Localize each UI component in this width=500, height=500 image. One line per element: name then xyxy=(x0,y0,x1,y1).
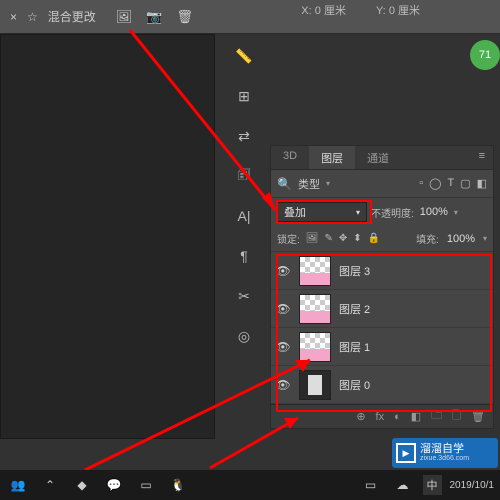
lock-position-icon[interactable]: ✥ xyxy=(339,233,347,244)
layer-thumbnail[interactable] xyxy=(299,370,331,400)
new-layer-icon[interactable]: 🗋 xyxy=(452,407,461,426)
opacity-label: 不透明度: xyxy=(371,205,414,220)
fill-value[interactable]: 100% xyxy=(447,233,475,245)
people-icon[interactable]: 👥 xyxy=(6,473,30,497)
tray-battery-icon[interactable]: ▭ xyxy=(134,473,158,497)
lock-artboard-icon[interactable]: ⬍ xyxy=(353,233,361,244)
taskbar: 👥 ⌃ ◆ 💬 ▭ 🐧 ▭ ☁ 中 2019/10/1 xyxy=(0,470,500,500)
visibility-icon[interactable]: 👁 xyxy=(275,378,291,392)
lock-paint-icon[interactable]: ✎ xyxy=(324,233,332,244)
layer-thumbnail[interactable] xyxy=(299,332,331,362)
layer-name[interactable]: 图层 3 xyxy=(339,263,370,279)
search-icon[interactable]: 🔍 xyxy=(277,177,292,191)
delete-layer-icon[interactable]: 🗑 xyxy=(471,410,485,423)
filter-text-icon[interactable]: T xyxy=(447,177,454,190)
group-icon[interactable]: 🗀 xyxy=(431,407,442,426)
filter-adjust-icon[interactable]: ◯ xyxy=(429,177,441,190)
blend-mode-select[interactable]: 叠加▾ xyxy=(277,202,367,222)
notification-badge[interactable]: 71 xyxy=(470,40,500,70)
chevron-down-icon[interactable]: ▾ xyxy=(454,208,458,217)
favorite-icon[interactable]: ☆ xyxy=(27,10,38,24)
filter-smart-icon[interactable]: ◧ xyxy=(477,177,487,190)
layer-name[interactable]: 图层 2 xyxy=(339,301,370,317)
tray-chevron-icon[interactable]: ⌃ xyxy=(38,473,62,497)
tray-app-icon[interactable]: ◆ xyxy=(70,473,94,497)
link-layers-icon[interactable]: ⊕ xyxy=(356,410,365,423)
tray-icon[interactable]: ▭ xyxy=(359,473,383,497)
filter-type-label[interactable]: 类型 xyxy=(298,176,320,192)
trash-icon[interactable]: 🗑 xyxy=(177,9,194,25)
opacity-value[interactable]: 100% xyxy=(420,206,448,218)
layer-row[interactable]: 👁 图层 2 xyxy=(271,290,493,328)
layer-row[interactable]: 👁 图层 1 xyxy=(271,328,493,366)
camera-icon[interactable]: 📷 xyxy=(146,9,162,25)
tray-chat-icon[interactable]: 💬 xyxy=(102,473,126,497)
taskbar-date[interactable]: 2019/10/1 xyxy=(450,480,495,491)
grid-icon[interactable]: ⊞ xyxy=(230,84,258,108)
tray-cloud-icon[interactable]: ☁ xyxy=(391,473,415,497)
play-icon: ▶ xyxy=(396,443,416,463)
visibility-icon[interactable]: 👁 xyxy=(275,264,291,278)
fx-icon[interactable]: fx xyxy=(376,411,385,423)
cc-icon[interactable]: ◎ xyxy=(230,324,258,348)
text-tool-icon[interactable]: A| xyxy=(230,204,258,228)
chevron-down-icon[interactable]: ▾ xyxy=(326,179,330,188)
layers-list: 👁 图层 3 👁 图层 2 👁 图层 1 👁 图层 0 xyxy=(271,252,493,404)
layer-thumbnail[interactable] xyxy=(299,256,331,286)
paragraph-icon[interactable]: ¶ xyxy=(230,244,258,268)
ruler-icon[interactable]: 📏 xyxy=(230,44,258,68)
watermark: ▶ 溜溜自学 zixue.3d66.com xyxy=(392,438,498,468)
scissors-icon[interactable]: ✂ xyxy=(230,284,258,308)
layer-name[interactable]: 图层 0 xyxy=(339,377,370,393)
swap-icon[interactable]: ⇄ xyxy=(230,124,258,148)
mask-icon[interactable]: ◐ xyxy=(394,411,401,423)
adjustment-icon[interactable]: ◧ xyxy=(411,410,421,423)
close-icon[interactable]: × xyxy=(10,10,17,24)
layers-panel: 3D 图层 通道 ≡ 🔍 类型 ▾ ▫ ◯ T ▢ ◧ 叠加▾ 不透明度: 10… xyxy=(270,145,494,429)
fill-label: 填充: xyxy=(416,231,439,246)
visibility-icon[interactable]: 👁 xyxy=(275,340,291,354)
tab-channels[interactable]: 通道 xyxy=(355,146,401,169)
lock-all-icon[interactable]: 🔒 xyxy=(368,233,380,244)
doc-title: 混合更改 xyxy=(48,8,96,25)
visibility-icon[interactable]: 👁 xyxy=(275,302,291,316)
filter-shape-icon[interactable]: ▢ xyxy=(460,177,470,190)
layer-name[interactable]: 图层 1 xyxy=(339,339,370,355)
filter-pixel-icon[interactable]: ▫ xyxy=(419,177,423,190)
panel-menu-icon[interactable]: ≡ xyxy=(471,146,493,169)
canvas[interactable] xyxy=(0,34,215,439)
tab-3d[interactable]: 3D xyxy=(271,146,309,169)
layer-thumbnail[interactable] xyxy=(299,294,331,324)
vertical-toolbar: 📏 ⊞ ⇄ 🗊 A| ¶ ✂ ◎ xyxy=(228,34,260,348)
layer-row[interactable]: 👁 图层 3 xyxy=(271,252,493,290)
lock-pixels-icon[interactable]: 🖼 xyxy=(306,233,319,244)
tray-qq-icon[interactable]: 🐧 xyxy=(166,473,190,497)
stamp-icon[interactable]: 🗊 xyxy=(230,164,258,188)
ime-indicator[interactable]: 中 xyxy=(423,475,442,495)
image-icon[interactable]: 🖼 xyxy=(116,9,133,25)
layer-row[interactable]: 👁 图层 0 xyxy=(271,366,493,404)
lock-label: 锁定: xyxy=(277,231,300,246)
coordinates-display: X: 0 厘米 Y: 0 厘米 xyxy=(301,2,420,18)
chevron-down-icon[interactable]: ▾ xyxy=(483,234,487,243)
tab-layers[interactable]: 图层 xyxy=(309,146,355,169)
